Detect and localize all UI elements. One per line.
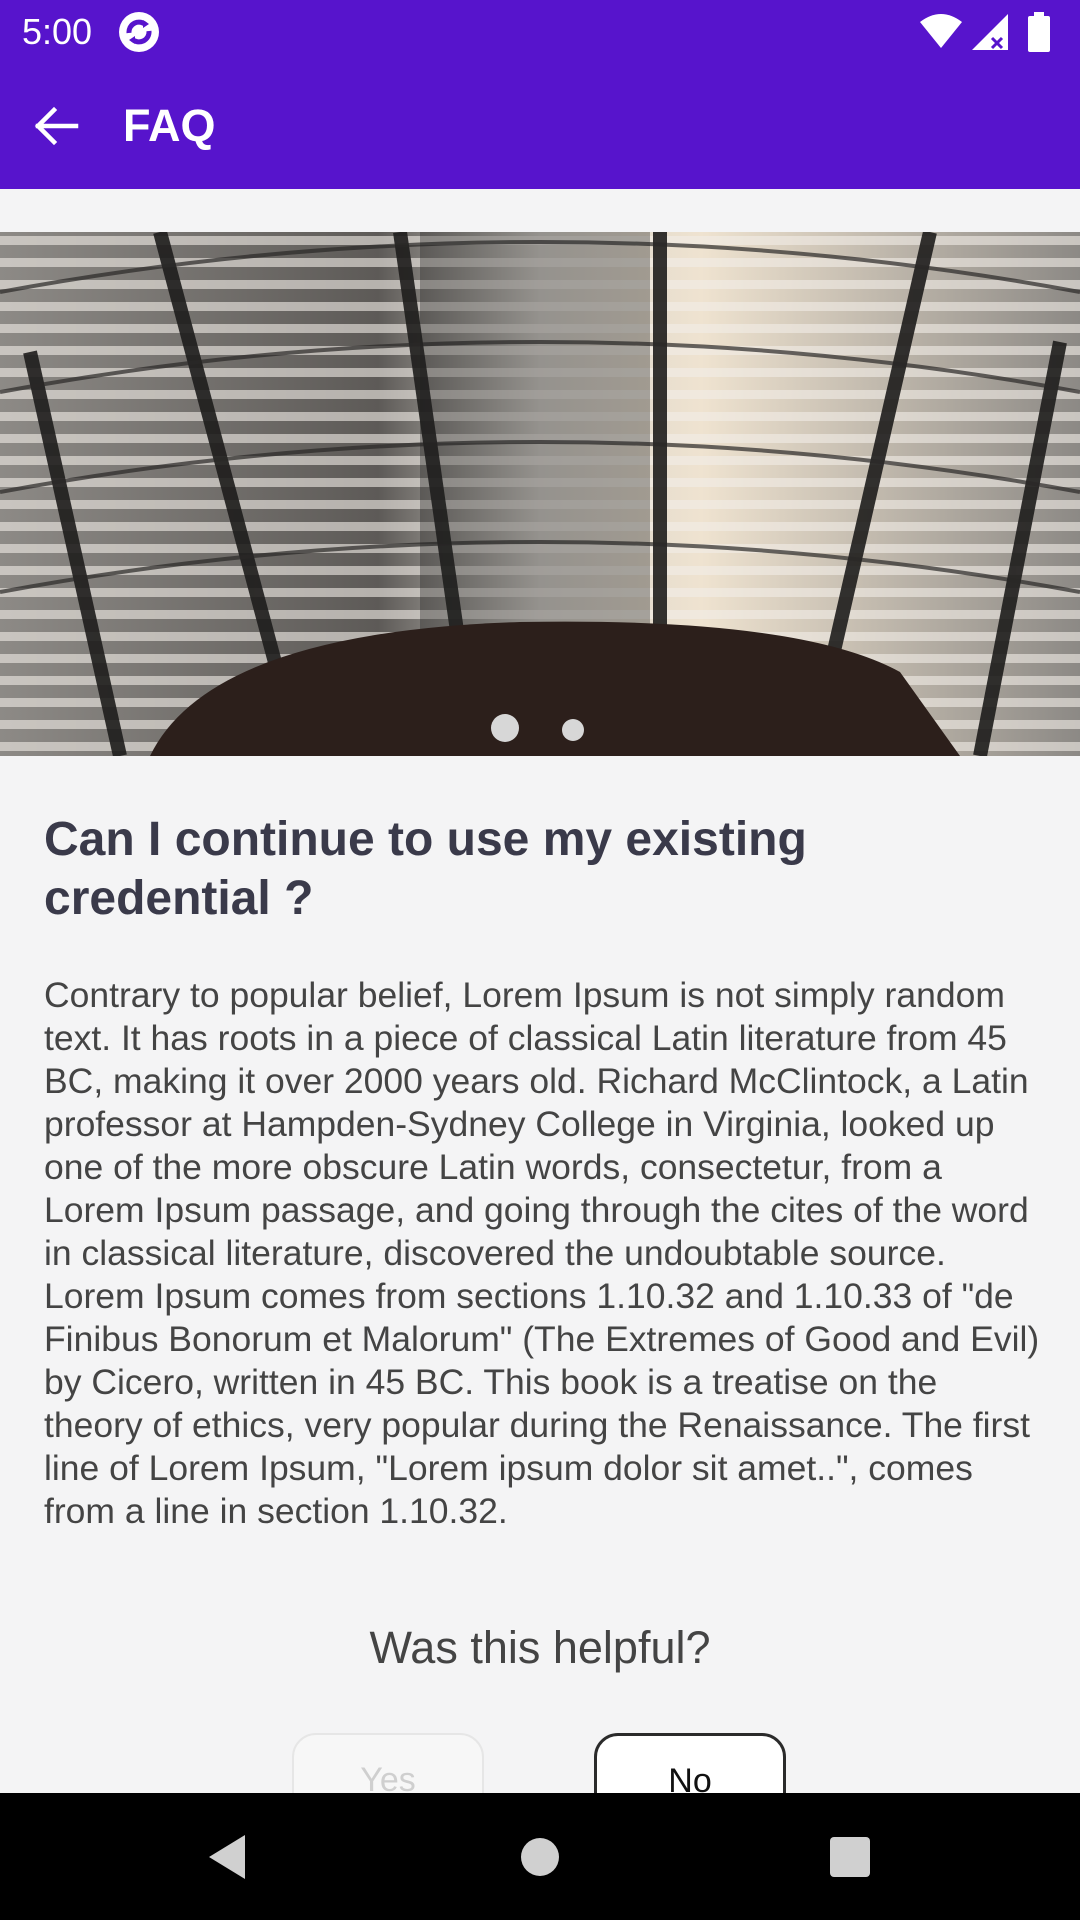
nav-home-button[interactable] <box>470 1793 610 1920</box>
wifi-icon <box>920 14 962 48</box>
helpful-prompt: Was this helpful? <box>369 1622 711 1673</box>
battery-icon <box>1028 12 1050 52</box>
status-time: 5:00 <box>22 11 93 52</box>
home-circle-icon <box>521 1837 559 1876</box>
recents-square-icon <box>830 1836 870 1877</box>
app-bar: FAQ <box>0 63 1080 189</box>
system-nav-bar <box>0 1793 1080 1920</box>
carousel-dot-1[interactable] <box>491 714 519 742</box>
arrow-left-icon <box>34 106 79 146</box>
cellular-signal-icon <box>972 14 1008 50</box>
faq-screen: 5:00 FAQ Can I continue to use my existi… <box>0 0 1080 1920</box>
image-carousel[interactable] <box>0 232 1080 756</box>
back-triangle-icon <box>209 1834 245 1879</box>
back-button[interactable] <box>22 92 90 160</box>
arena-roof-photo <box>0 232 1080 756</box>
sync-app-icon <box>119 12 159 52</box>
page-title: FAQ <box>123 100 216 151</box>
carousel-dot-2[interactable] <box>562 719 584 741</box>
status-bar: 5:00 <box>0 0 1080 63</box>
nav-recents-button[interactable] <box>780 1793 920 1920</box>
nav-back-button[interactable] <box>157 1793 297 1920</box>
status-icons <box>920 12 1060 52</box>
faq-question: Can I continue to use my existing creden… <box>44 813 807 925</box>
faq-answer: Contrary to popular belief, Lorem Ipsum … <box>44 975 1040 1531</box>
